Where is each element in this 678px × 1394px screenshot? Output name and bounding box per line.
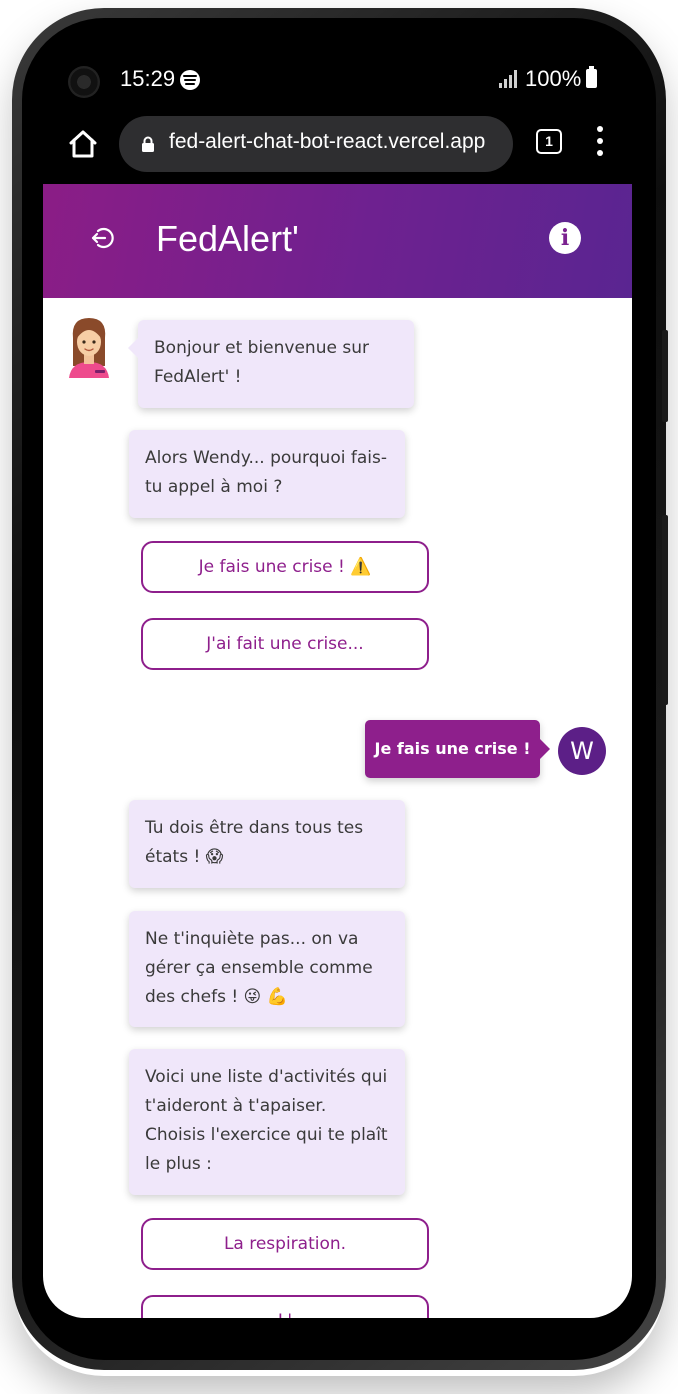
bot-message-text: Alors Wendy... pourquoi fais-tu appel à …	[145, 448, 387, 497]
option-button-crisis-past[interactable]: J'ai fait une crise...	[141, 618, 429, 670]
bot-message: Alors Wendy... pourquoi fais-tu appel à …	[129, 430, 405, 518]
option-button-label: L'	[278, 1311, 292, 1318]
user-avatar: W	[558, 727, 606, 775]
option-button-partial[interactable]: L'	[141, 1295, 429, 1318]
option-button-label: J'ai fait une crise...	[206, 634, 364, 654]
logout-icon[interactable]	[89, 224, 117, 252]
power-button	[662, 515, 668, 705]
battery-icon	[586, 66, 597, 88]
app-header: FedAlert' i	[43, 184, 632, 298]
bot-message-text: Ne t'inquiète pas... on va gérer ça ense…	[145, 929, 373, 1007]
front-camera	[68, 66, 100, 98]
bot-message: Bonjour et bienvenue sur FedAlert' !	[128, 320, 414, 408]
bot-message-text: Voici une liste d'activités qui t'aidero…	[145, 1067, 388, 1174]
bot-message: Ne t'inquiète pas... on va gérer ça ense…	[129, 911, 405, 1027]
status-bar: 15:29 100%	[43, 28, 632, 124]
browser-menu-icon[interactable]	[593, 126, 607, 156]
lock-icon	[142, 136, 154, 152]
option-button-label: La respiration.	[223, 1234, 347, 1254]
browser-toolbar: fed-alert-chat-bot-react.vercel.app 1	[43, 116, 632, 184]
home-icon[interactable]	[67, 128, 99, 160]
address-bar[interactable]: fed-alert-chat-bot-react.vercel.app	[119, 116, 513, 172]
url-text: fed-alert-chat-bot-react.vercel.app	[169, 130, 486, 153]
phone-screen: 15:29 100% fed-alert-chat-bot-react.verc…	[43, 28, 632, 1318]
bot-message: Tu dois être dans tous tes états ! 😱	[129, 800, 405, 888]
bot-message-text: Tu dois être dans tous tes états ! 😱	[145, 818, 364, 867]
bot-message-text: Bonjour et bienvenue sur FedAlert' !	[154, 338, 369, 387]
tab-switcher-button[interactable]: 1	[536, 129, 562, 154]
spotify-icon	[180, 70, 200, 90]
bot-message: Voici une liste d'activités qui t'aidero…	[129, 1049, 405, 1195]
option-button-label: Je fais une crise ! ⚠️	[198, 557, 372, 577]
bot-avatar	[69, 318, 109, 378]
battery-percent: 100%	[525, 66, 582, 91]
option-button-breathing[interactable]: La respiration.	[141, 1218, 429, 1270]
volume-button	[662, 330, 668, 422]
app-title: FedAlert'	[156, 218, 299, 259]
user-message: Je fais une crise !	[365, 720, 550, 778]
signal-icon	[499, 70, 517, 88]
option-button-crisis-now[interactable]: Je fais une crise ! ⚠️	[141, 541, 429, 593]
status-time: 15:29	[120, 66, 176, 91]
info-icon[interactable]: i	[549, 222, 581, 254]
chat-area[interactable]: Bonjour et bienvenue sur FedAlert' ! Alo…	[43, 298, 632, 1318]
